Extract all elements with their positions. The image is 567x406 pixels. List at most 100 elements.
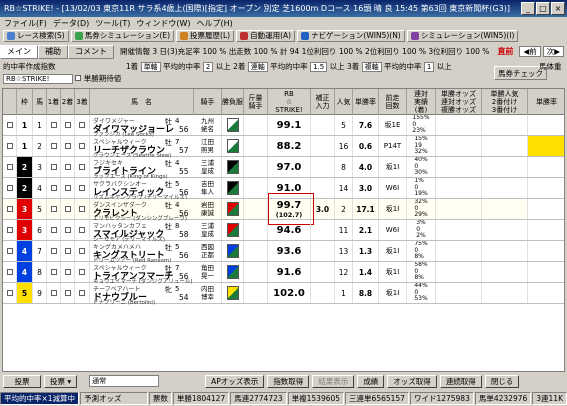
pick-1st[interactable] [47, 157, 61, 177]
table-row[interactable]: 1 2 スペシャルウィーク リーチザクラウン クラウンエース (Seattle Slew… [3, 136, 564, 159]
tab-aux[interactable]: 補助 [38, 44, 68, 59]
pick-2nd[interactable] [61, 220, 75, 240]
table-row[interactable]: 4 8 スペシャルウィーク トライアンフマーチ キョウエイマーチ (ダンジグアリュール)… [3, 262, 564, 285]
pick-3rd[interactable] [75, 157, 90, 177]
ticket-sim-button[interactable]: 馬券シミュレーション(E) [70, 30, 175, 42]
row-select[interactable] [3, 157, 17, 177]
pick-1st[interactable] [47, 178, 61, 198]
rank1-select[interactable]: 単軸 [140, 62, 161, 72]
row-select[interactable] [3, 136, 17, 156]
rate-cell [528, 115, 564, 135]
win5-sim-button[interactable]: シミュレーション(WIN5)(I) [406, 30, 519, 42]
pick-1st[interactable] [47, 262, 61, 282]
pick-2nd[interactable] [61, 115, 75, 135]
row-select[interactable] [3, 115, 17, 135]
adjust-input[interactable] [311, 241, 335, 261]
vote-button[interactable]: 投票 [3, 374, 41, 388]
header-checkbox [3, 89, 17, 115]
table-row[interactable]: 3 5 ダンスインザダーク クラレント エリモピクシー (ダンシングブレーヴ) 牡 4 56 岩… [3, 199, 564, 222]
table-row[interactable]: 5 9 チーフベアハート ドナウブルー ドナブリーニ (Bertolini) 牝 5 54 内田… [3, 283, 564, 306]
pick-2nd[interactable] [61, 262, 75, 282]
pick-1st[interactable] [47, 241, 61, 261]
continuous-button[interactable]: 連続取得 [439, 374, 482, 388]
rank3-select[interactable]: 複軸 [361, 62, 382, 72]
table-row[interactable]: 4 7 キングカメハメハ キングストリート ドリームツアー (Red Ransom) 牡 5… [3, 241, 564, 264]
record-button[interactable]: 成績 [357, 374, 385, 388]
close-button[interactable]: × [551, 2, 565, 15]
avg2-input[interactable]: 1.5 [310, 62, 328, 72]
next-race-button[interactable]: 次▶ [542, 46, 564, 57]
menu-window[interactable]: ウィンドウ(W) [136, 17, 190, 30]
silks-icon [222, 241, 244, 261]
adjust-input[interactable] [311, 115, 335, 135]
pick-2nd[interactable] [61, 199, 75, 219]
adjust-input[interactable] [311, 136, 335, 156]
adjust-input[interactable] [311, 157, 335, 177]
tab-comment[interactable]: コメント [68, 44, 114, 59]
minimize-button[interactable]: _ [521, 2, 535, 15]
history-icon [180, 32, 189, 40]
vote-history-button[interactable]: 投票履歴(L) [176, 30, 235, 42]
row-select[interactable] [3, 283, 17, 303]
pick-3rd[interactable] [75, 283, 90, 303]
row-select[interactable] [3, 199, 17, 219]
table-row[interactable]: 1 1 ダイワメジャー ダイワマッジョーレ ファンジカ (Lee Socks) 牡 4 56 九… [3, 115, 564, 138]
pick-3rd[interactable] [75, 199, 90, 219]
rank2-select[interactable]: 連軸 [247, 62, 268, 72]
pick-1st[interactable] [47, 220, 61, 240]
avg3-input[interactable]: 1 [423, 62, 435, 72]
adjust-input[interactable] [311, 283, 335, 303]
prev-race: 坂1I [379, 283, 407, 303]
row-select[interactable] [3, 220, 17, 240]
row-select[interactable] [3, 262, 17, 282]
get-odds-button[interactable]: オッズ取得 [387, 374, 437, 388]
pick-2nd[interactable] [61, 241, 75, 261]
ap-odds-button[interactable]: APオッズ表示 [205, 374, 265, 388]
mode-select[interactable]: 通常 [89, 375, 160, 387]
adjust-input[interactable] [311, 262, 335, 282]
table-row[interactable]: 3 6 マンハッタンカフェ スマイルジャック シーセモア (デリーマイルズ) 牡 8 58 三浦… [3, 220, 564, 243]
vote-menu-button[interactable]: 投票 ▾ [44, 374, 78, 388]
pick-2nd[interactable] [61, 136, 75, 156]
adjust-input[interactable] [311, 220, 335, 240]
adjust-input[interactable] [311, 178, 335, 198]
pick-3rd[interactable] [75, 220, 90, 240]
menu-data[interactable]: データ(D) [53, 17, 89, 30]
table-row[interactable]: 2 3 フジキセキ ブライトライン ラップエース (King of Kings) 牡 4 55… [3, 157, 564, 180]
pick-3rd[interactable] [75, 115, 90, 135]
pick-2nd[interactable] [61, 178, 75, 198]
pick-3rd[interactable] [75, 136, 90, 156]
result-button[interactable]: 結果表示 [312, 374, 355, 388]
jockey-weight [244, 199, 268, 219]
menu-tools[interactable]: ツール(T) [95, 17, 130, 30]
prev-race: 坂1I [379, 262, 407, 282]
navigation-button[interactable]: ナビゲーション(WIN5)(N) [297, 30, 405, 42]
pick-1st[interactable] [47, 136, 61, 156]
avg1-input[interactable]: 2 [202, 62, 214, 72]
menu-help[interactable]: ヘルプ(H) [197, 17, 233, 30]
pick-1st[interactable] [47, 199, 61, 219]
expected-checkbox[interactable] [75, 75, 82, 81]
pick-1st[interactable] [47, 283, 61, 303]
race-search-button[interactable]: レース検索(S) [3, 30, 69, 42]
row-select[interactable] [3, 241, 17, 261]
maximize-button[interactable]: □ [536, 2, 550, 15]
prev-race-button[interactable]: ◀前 [519, 46, 541, 57]
menu-file[interactable]: ファイル(F) [4, 17, 47, 30]
index-select[interactable]: RB☆STRIKE! [3, 74, 73, 84]
pick-2nd[interactable] [61, 157, 75, 177]
row-select[interactable] [3, 178, 17, 198]
pick-1st[interactable] [47, 115, 61, 135]
pick-3rd[interactable] [75, 262, 90, 282]
record: 75% 0 8% [407, 241, 436, 261]
table-row[interactable]: 2 4 サクラバクシンオー レインスティック リズムネヤングラヴ (デリーマイルズ) 牡 5… [3, 178, 564, 201]
pick-3rd[interactable] [75, 178, 90, 198]
get-index-button[interactable]: 指数取得 [267, 374, 310, 388]
pick-2nd[interactable] [61, 283, 75, 303]
pick-3rd[interactable] [75, 241, 90, 261]
close-window-button[interactable]: 閉じる [484, 374, 520, 388]
auto-run-button[interactable]: 自動運用(A) [236, 30, 296, 42]
adjust-input[interactable]: 3.0 [311, 199, 335, 219]
tab-main[interactable]: メイン [0, 44, 38, 59]
settings-row-1: 的中率作成指数 1着 単軸 平均的中率 2 以上 2着 連軸 平均的中率 1.5… [3, 61, 452, 72]
